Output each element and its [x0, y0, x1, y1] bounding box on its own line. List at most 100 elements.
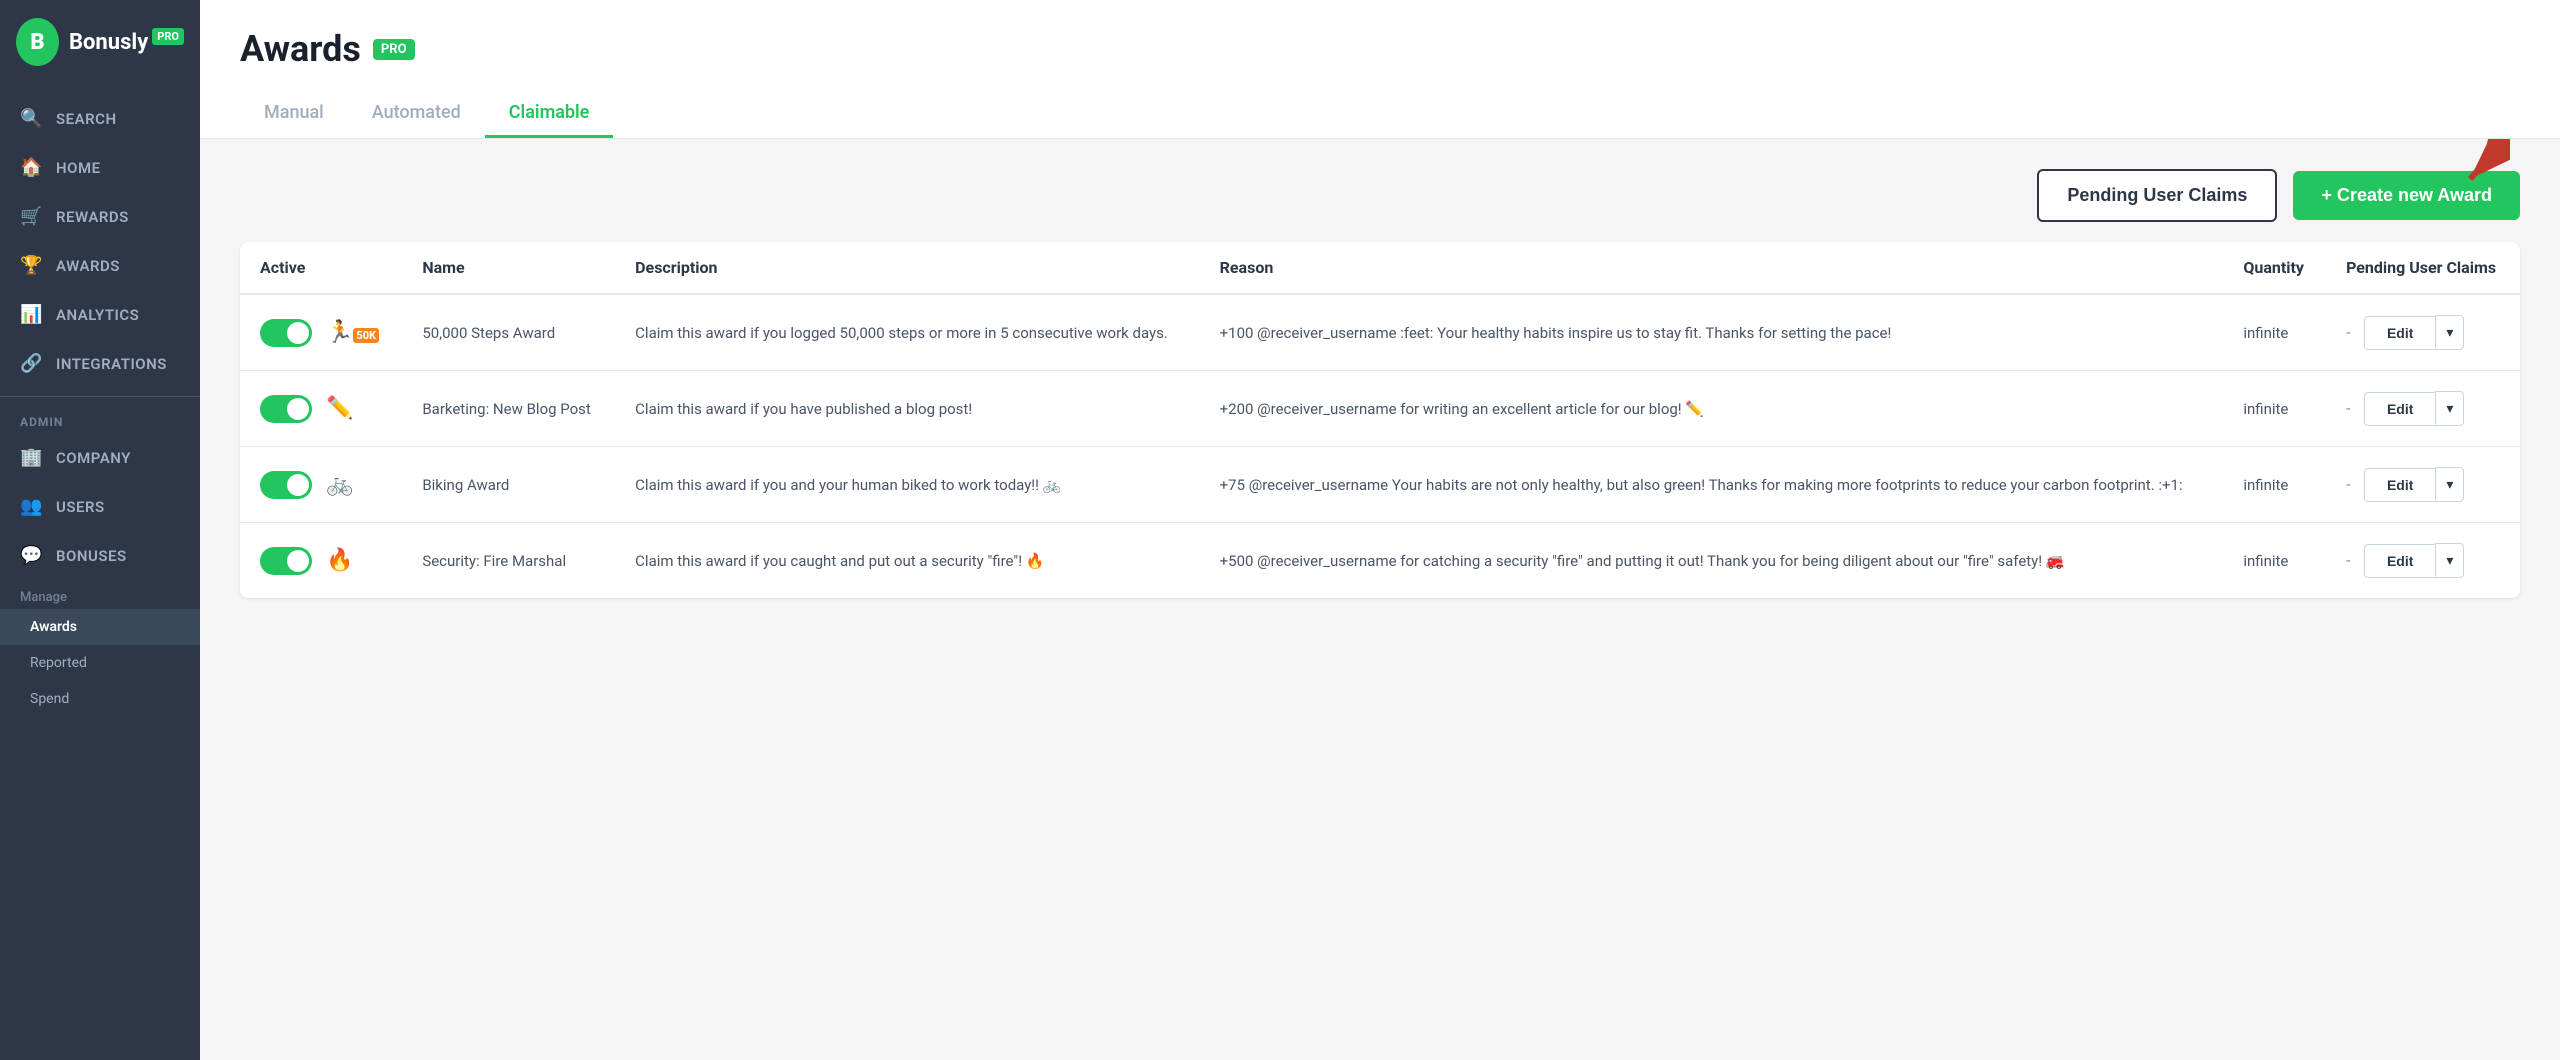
integrations-icon: 🔗 [20, 353, 42, 374]
edit-chevron-2[interactable]: ▾ [2435, 467, 2464, 502]
sidebar-item-analytics[interactable]: 📊 ANALYTICS [0, 290, 200, 339]
quantity-cell-3: infinite [2223, 523, 2326, 599]
table-row: 🏃50K 50,000 Steps Award Claim this award… [240, 294, 2520, 371]
name-cell-2: Biking Award [402, 447, 615, 523]
desc-cell-0: Claim this award if you logged 50,000 st… [615, 294, 1199, 371]
edit-button-3[interactable]: Edit [2364, 544, 2435, 578]
pending-claims-button[interactable]: Pending User Claims [2037, 169, 2277, 222]
logo-area: B BonuslyPRO [0, 0, 200, 84]
sidebar-item-analytics-label: ANALYTICS [56, 306, 139, 324]
admin-section-label: ADMIN [0, 405, 200, 433]
sidebar-sub-spend-label: Spend [30, 691, 69, 707]
quantity-cell-0: infinite [2223, 294, 2326, 371]
page-header: Awards PRO Manual Automated Claimable [200, 0, 2560, 139]
table-row: 🚲 Biking Award Claim this award if you a… [240, 447, 2520, 523]
quantity-cell-1: infinite [2223, 371, 2326, 447]
sidebar-item-bonuses-label: BONUSES [56, 547, 127, 565]
sidebar-nav: 🔍 SEARCH 🏠 HOME 🛒 REWARDS 🏆 AWARDS 📊 ANA… [0, 84, 200, 1060]
sidebar: B BonuslyPRO 🔍 SEARCH 🏠 HOME 🛒 REWARDS 🏆… [0, 0, 200, 1060]
logo-icon: B [16, 18, 59, 66]
reason-cell-2: +75 @receiver_username Your habits are n… [1200, 447, 2224, 523]
sidebar-sub-reported[interactable]: Reported [0, 645, 200, 681]
sidebar-item-rewards-label: REWARDS [56, 208, 129, 226]
pending-cell-2: - Edit ▾ [2326, 447, 2520, 523]
search-icon: 🔍 [20, 108, 42, 129]
name-cell-0: 50,000 Steps Award [402, 294, 615, 371]
sidebar-sub-awards-label: Awards [30, 619, 77, 635]
table-row: ✏️ Barketing: New Blog Post Claim this a… [240, 371, 2520, 447]
sidebar-item-home[interactable]: 🏠 HOME [0, 143, 200, 192]
edit-chevron-0[interactable]: ▾ [2435, 315, 2464, 350]
awards-icon: 🏆 [20, 255, 42, 276]
col-active: Active [240, 242, 402, 294]
main-content: Awards PRO Manual Automated Claimable Pe… [200, 0, 2560, 1060]
pro-badge-logo: PRO [152, 28, 184, 45]
sidebar-sub-awards[interactable]: Awards [0, 609, 200, 645]
content-toolbar: Pending User Claims + Create new Award [240, 169, 2520, 222]
name-cell-1: Barketing: New Blog Post [402, 371, 615, 447]
table-header: Active Name Description Reason Quantity … [240, 242, 2520, 294]
sidebar-item-search[interactable]: 🔍 SEARCH [0, 94, 200, 143]
desc-cell-1: Claim this award if you have published a… [615, 371, 1199, 447]
create-award-button[interactable]: + Create new Award [2293, 171, 2520, 220]
col-description: Description [615, 242, 1199, 294]
sidebar-divider [0, 396, 200, 397]
sidebar-item-bonuses[interactable]: 💬 BONUSES [0, 531, 200, 580]
desc-cell-3: Claim this award if you caught and put o… [615, 523, 1199, 599]
toggle-2[interactable] [260, 471, 312, 499]
home-icon: 🏠 [20, 157, 42, 178]
sidebar-sub-reported-label: Reported [30, 655, 87, 671]
col-name: Name [402, 242, 615, 294]
reason-cell-0: +100 @receiver_username :feet: Your heal… [1200, 294, 2224, 371]
reason-cell-1: +200 @receiver_username for writing an e… [1200, 371, 2224, 447]
col-quantity: Quantity [2223, 242, 2326, 294]
logo-name: BonuslyPRO [69, 30, 184, 55]
tab-claimable[interactable]: Claimable [485, 90, 614, 138]
sidebar-item-awards-label: AWARDS [56, 257, 120, 275]
company-icon: 🏢 [20, 447, 42, 468]
sidebar-sub-spend[interactable]: Spend [0, 681, 200, 717]
sidebar-item-users-label: USERS [56, 498, 105, 516]
toggle-0[interactable] [260, 319, 312, 347]
edit-button-0[interactable]: Edit [2364, 316, 2435, 350]
award-icon-2: 🚲 [326, 472, 353, 497]
award-icon-3: 🔥 [326, 548, 353, 573]
sidebar-item-company[interactable]: 🏢 COMPANY [0, 433, 200, 482]
edit-button-2[interactable]: Edit [2364, 468, 2435, 502]
sidebar-item-awards[interactable]: 🏆 AWARDS [0, 241, 200, 290]
desc-cell-2: Claim this award if you and your human b… [615, 447, 1199, 523]
table-row: 🔥 Security: Fire Marshal Claim this awar… [240, 523, 2520, 599]
rewards-icon: 🛒 [20, 206, 42, 227]
edit-chevron-3[interactable]: ▾ [2435, 543, 2464, 578]
sidebar-item-rewards[interactable]: 🛒 REWARDS [0, 192, 200, 241]
toggle-3[interactable] [260, 547, 312, 575]
awards-table: Active Name Description Reason Quantity … [240, 242, 2520, 598]
page-title: Awards [240, 28, 361, 70]
award-icon-1: ✏️ [326, 396, 353, 421]
award-icon-0: 🏃50K [326, 320, 379, 345]
sidebar-item-home-label: HOME [56, 159, 101, 177]
users-icon: 👥 [20, 496, 42, 517]
pro-badge-title: PRO [373, 39, 415, 60]
edit-button-1[interactable]: Edit [2364, 392, 2435, 426]
edit-chevron-1[interactable]: ▾ [2435, 391, 2464, 426]
sidebar-item-users[interactable]: 👥 USERS [0, 482, 200, 531]
tab-manual[interactable]: Manual [240, 90, 348, 138]
quantity-cell-2: infinite [2223, 447, 2326, 523]
tabs-row: Manual Automated Claimable [240, 90, 2520, 138]
col-reason: Reason [1200, 242, 2224, 294]
toggle-1[interactable] [260, 395, 312, 423]
col-pending: Pending User Claims [2326, 242, 2520, 294]
pending-cell-1: - Edit ▾ [2326, 371, 2520, 447]
name-cell-3: Security: Fire Marshal [402, 523, 615, 599]
page-title-row: Awards PRO [240, 28, 2520, 70]
analytics-icon: 📊 [20, 304, 42, 325]
tab-automated[interactable]: Automated [348, 90, 485, 138]
bonuses-icon: 💬 [20, 545, 42, 566]
manage-label: Manage [0, 580, 200, 609]
active-cell-3: 🔥 [240, 523, 402, 599]
sidebar-item-search-label: SEARCH [56, 110, 117, 128]
sidebar-item-company-label: COMPANY [56, 449, 131, 467]
sidebar-item-integrations[interactable]: 🔗 INTEGRATIONS [0, 339, 200, 388]
active-cell-2: 🚲 [240, 447, 402, 523]
